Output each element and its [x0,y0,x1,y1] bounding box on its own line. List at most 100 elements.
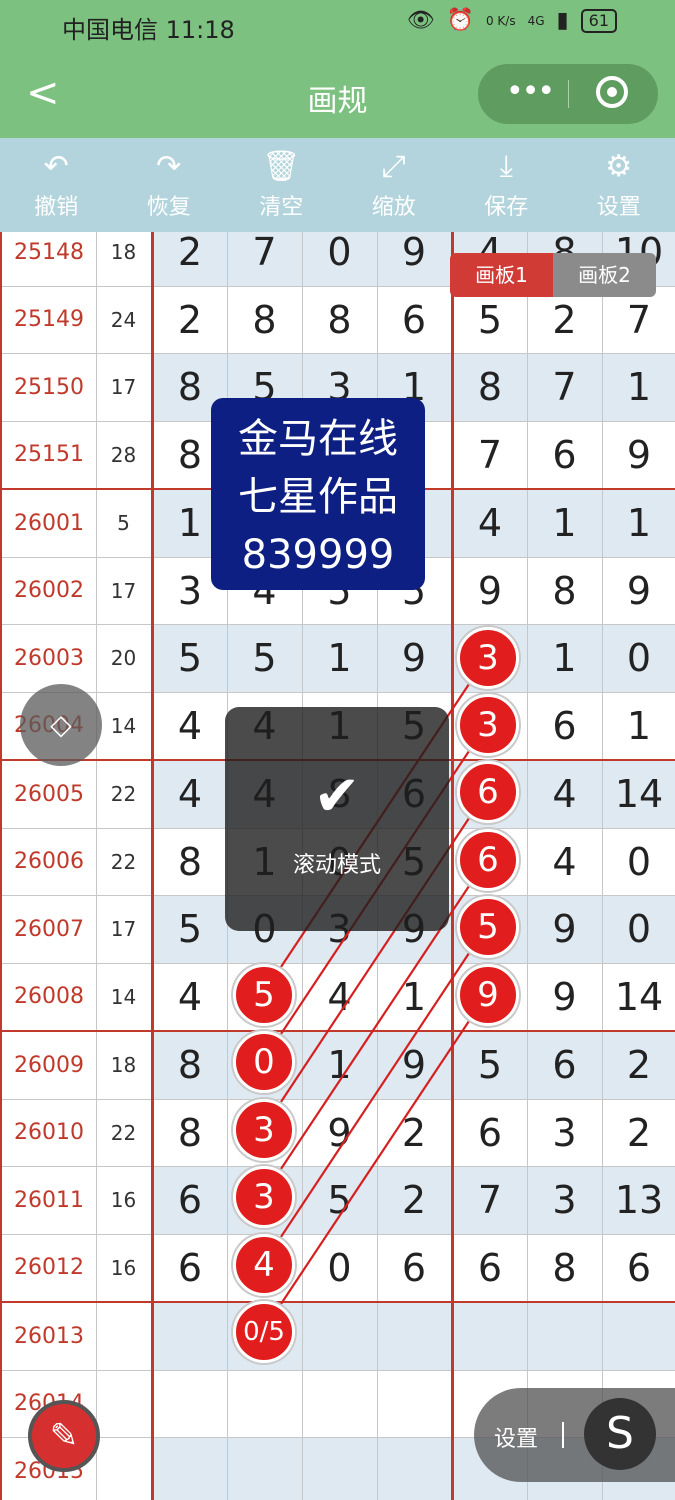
digit-cell[interactable] [376,1301,454,1371]
digit-cell[interactable]: 0 [301,1233,378,1303]
digit-cell[interactable]: 1 [301,1030,378,1100]
digit-cell[interactable]: 1 [601,691,675,761]
digit-cell[interactable]: 9 [601,420,675,490]
tab-board-2[interactable]: 画板2 [553,253,656,297]
digit-cell[interactable]: 8 [301,285,378,354]
digit-cell[interactable]: 8 [226,285,303,354]
digit-cell[interactable]: 13 [601,1166,675,1235]
marker-ball[interactable]: 0 [233,1031,295,1093]
digit-cell[interactable]: 9 [301,1098,378,1167]
digit-cell[interactable]: 1 [301,624,378,693]
digit-cell[interactable]: 6 [151,1233,228,1303]
digit-cell[interactable] [151,1369,228,1438]
close-target-icon[interactable] [596,76,628,108]
digit-cell[interactable] [376,1437,454,1500]
marker-ball[interactable]: 0/5 [233,1301,295,1363]
digit-cell[interactable]: 1 [376,962,454,1032]
digit-cell[interactable]: 5 [151,895,228,964]
digit-cell[interactable]: 7 [226,232,303,287]
zoom-button[interactable]: ⤢ 缩放 [338,138,451,232]
undo-button[interactable]: ↶ 撤销 [0,138,113,232]
digit-cell[interactable]: 1 [601,488,675,558]
digit-cell[interactable]: 8 [451,353,528,422]
marker-ball[interactable]: 6 [457,761,519,823]
digit-cell[interactable]: 1 [526,488,603,558]
digit-cell[interactable]: 2 [376,1098,454,1167]
digit-cell[interactable]: 2 [151,285,228,354]
digit-cell[interactable]: 6 [151,1166,228,1235]
digit-cell[interactable] [301,1437,378,1500]
digit-cell[interactable] [226,1437,303,1500]
digit-cell[interactable]: 6 [601,1233,675,1303]
digit-cell[interactable]: 7 [451,420,528,490]
digit-cell[interactable]: 2 [601,1098,675,1167]
digit-cell[interactable]: 6 [526,420,603,490]
digit-cell[interactable]: 9 [451,556,528,625]
marker-ball[interactable]: 5 [457,896,519,958]
digit-cell[interactable]: 0 [601,827,675,896]
marker-ball[interactable]: 3 [233,1099,295,1161]
digit-cell[interactable]: 8 [151,1098,228,1167]
digit-cell[interactable] [151,1437,228,1500]
digit-cell[interactable]: 4 [151,691,228,761]
s-logo-icon[interactable]: S [584,1398,656,1470]
digit-cell[interactable]: 3 [526,1098,603,1167]
digit-cell[interactable]: 8 [526,556,603,625]
digit-cell[interactable]: 5 [151,624,228,693]
digit-cell[interactable]: 7 [526,353,603,422]
digit-cell[interactable]: 2 [601,1030,675,1100]
digit-cell[interactable]: 4 [451,488,528,558]
digit-cell[interactable] [601,1301,675,1371]
digit-cell[interactable]: 8 [151,827,228,896]
digit-cell[interactable]: 4 [301,962,378,1032]
digit-cell[interactable]: 6 [526,691,603,761]
marker-ball[interactable]: 4 [233,1234,295,1296]
digit-cell[interactable]: 4 [151,962,228,1032]
digit-cell[interactable]: 2 [376,1166,454,1235]
digit-cell[interactable]: 5 [226,624,303,693]
digit-cell[interactable]: 4 [526,759,603,829]
save-button[interactable]: ⤓ 保存 [450,138,563,232]
pen-tool-button[interactable]: ✎ [28,1400,100,1472]
digit-cell[interactable] [301,1369,378,1438]
digit-cell[interactable]: 9 [376,232,454,287]
digit-cell[interactable]: 6 [376,285,454,354]
digit-cell[interactable] [151,1301,228,1371]
settings-button[interactable]: ⚙ 设置 [563,138,675,232]
digit-cell[interactable]: 0 [601,895,675,964]
digit-cell[interactable]: 5 [451,1030,528,1100]
marker-ball[interactable]: 3 [457,694,519,756]
digit-cell[interactable]: 9 [526,962,603,1032]
digit-cell[interactable]: 5 [301,1166,378,1235]
more-icon[interactable]: ••• [506,74,555,109]
digit-cell[interactable]: 8 [526,1233,603,1303]
digit-cell[interactable]: 9 [601,556,675,625]
digit-cell[interactable]: 9 [526,895,603,964]
digit-cell[interactable]: 14 [601,759,675,829]
marker-ball[interactable]: 3 [457,627,519,689]
marker-ball[interactable]: 6 [457,829,519,891]
digit-cell[interactable]: 9 [376,1030,454,1100]
redo-button[interactable]: ↷ 恢复 [113,138,226,232]
digit-cell[interactable]: 7 [451,1166,528,1235]
digit-cell[interactable] [451,1301,528,1371]
marker-ball[interactable]: 5 [233,964,295,1026]
digit-cell[interactable]: 8 [151,1030,228,1100]
scroll-handle-icon[interactable]: ◇ [20,684,102,766]
digit-cell[interactable]: 0 [601,624,675,693]
digit-cell[interactable]: 3 [526,1166,603,1235]
digit-cell[interactable]: 4 [526,827,603,896]
digit-cell[interactable] [376,1369,454,1438]
digit-cell[interactable]: 6 [451,1233,528,1303]
digit-cell[interactable]: 2 [151,232,228,287]
digit-cell[interactable] [526,1301,603,1371]
digit-cell[interactable]: 6 [526,1030,603,1100]
digit-cell[interactable]: 9 [376,624,454,693]
clear-button[interactable]: 🗑 清空 [225,138,338,232]
digit-cell[interactable]: 1 [526,624,603,693]
digit-cell[interactable]: 6 [376,1233,454,1303]
tab-board-1[interactable]: 画板1 [450,253,553,297]
digit-cell[interactable]: 6 [451,1098,528,1167]
marker-ball[interactable]: 3 [233,1166,295,1228]
digit-cell[interactable] [301,1301,378,1371]
